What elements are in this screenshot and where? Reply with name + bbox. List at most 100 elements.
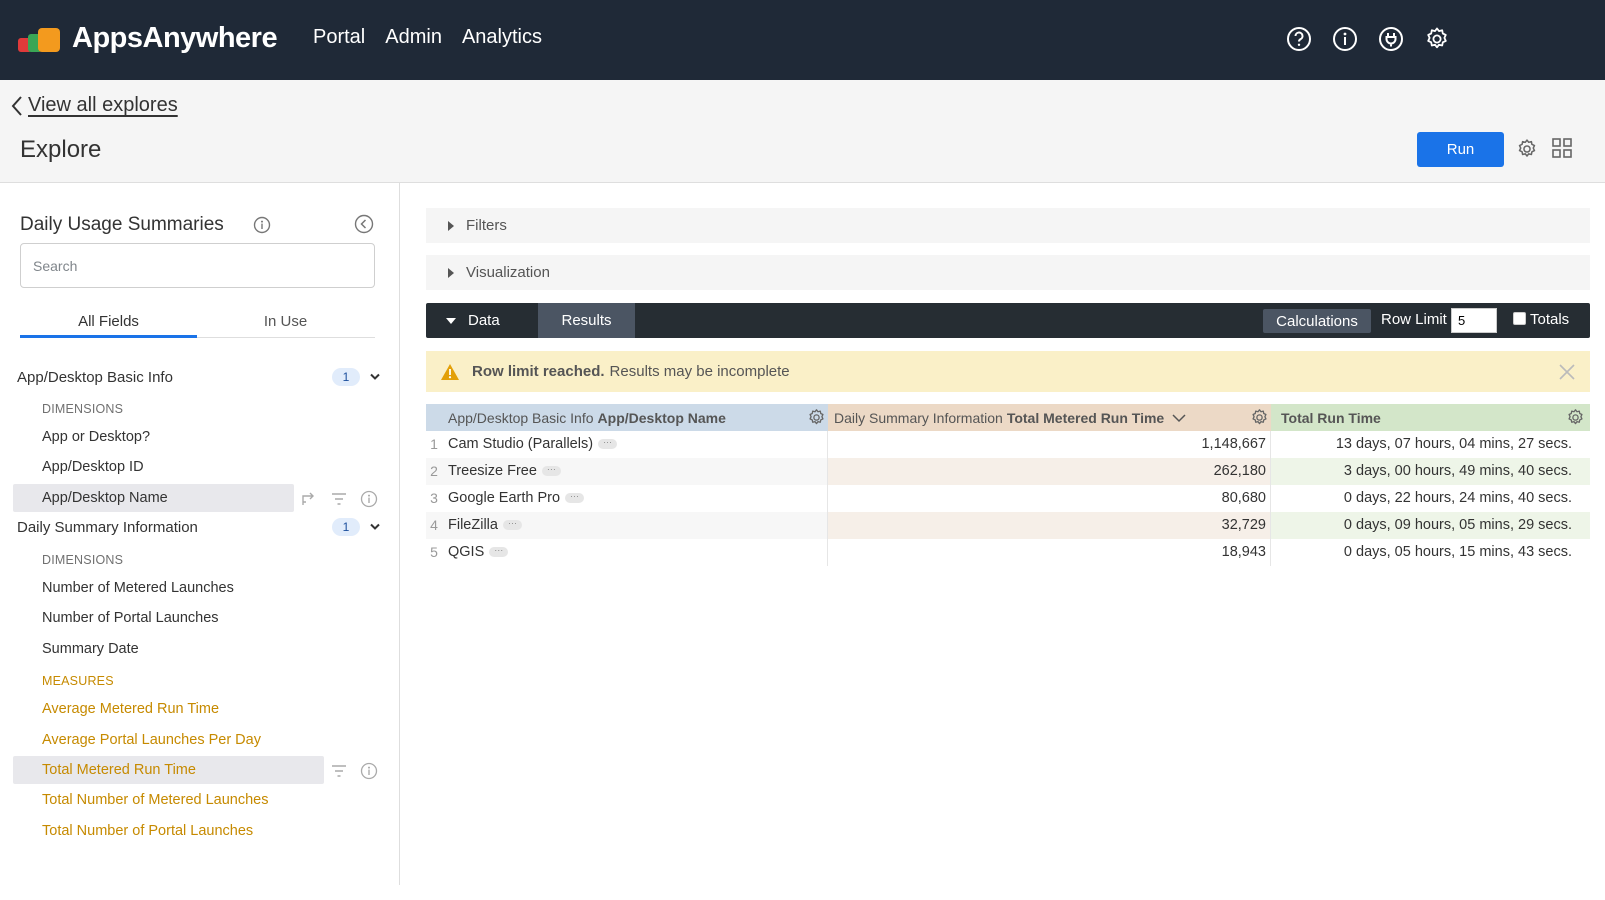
more-icon[interactable]: ··· bbox=[565, 492, 585, 504]
visualization-label: Visualization bbox=[466, 264, 550, 281]
cell-app-name[interactable]: Treesize Free ··· bbox=[442, 458, 828, 485]
dimensions-label: DIMENSIONS bbox=[42, 553, 124, 567]
cell-app-name[interactable]: FileZilla ··· bbox=[442, 512, 828, 539]
row-limit-input[interactable] bbox=[1451, 308, 1497, 333]
tab-data[interactable]: Data bbox=[426, 303, 538, 338]
explore-main: Filters Visualization Data Results Calcu… bbox=[400, 183, 1605, 900]
cell-total-run-time: 0 days, 05 hours, 15 mins, 43 secs. bbox=[1343, 544, 1572, 560]
help-icon[interactable] bbox=[1286, 26, 1312, 52]
in-use-count-badge: 1 bbox=[332, 518, 360, 536]
chevron-left-icon bbox=[11, 95, 22, 116]
plug-icon[interactable] bbox=[1378, 26, 1404, 52]
cell-app-name[interactable]: Cam Studio (Parallels) ··· bbox=[442, 431, 828, 458]
calculations-button[interactable]: Calculations bbox=[1263, 309, 1371, 333]
view-group-app-desktop-basic-info[interactable]: App/Desktop Basic Info 1 bbox=[17, 364, 380, 390]
cell-total-run-time: 13 days, 07 hours, 04 mins, 27 secs. bbox=[1335, 436, 1572, 452]
nav-analytics[interactable]: Analytics bbox=[462, 26, 542, 49]
page-title: Explore bbox=[20, 136, 102, 163]
column-field: App/Desktop Name bbox=[597, 409, 726, 426]
tab-results[interactable]: Results bbox=[538, 303, 635, 338]
caret-down-icon bbox=[446, 317, 456, 324]
warning-title: Row limit reached. bbox=[472, 363, 605, 380]
row-limit-warning: Row limit reached. Results may be incomp… bbox=[426, 351, 1590, 392]
filters-label: Filters bbox=[466, 217, 507, 234]
filter-icon[interactable] bbox=[330, 490, 348, 513]
info-icon[interactable] bbox=[253, 216, 271, 239]
field-total-metered-run-time[interactable]: Total Metered Run Time bbox=[13, 756, 324, 784]
row-limit-label: Row Limit bbox=[1381, 311, 1447, 328]
more-icon[interactable]: ··· bbox=[598, 438, 618, 450]
cell-total-run-time: 3 days, 00 hours, 49 mins, 40 secs. bbox=[1271, 458, 1590, 485]
main-nav: Portal Admin Analytics bbox=[313, 26, 542, 49]
collapse-sidebar-icon[interactable] bbox=[354, 214, 374, 239]
field-picker-sidebar: Daily Usage Summaries All Fields In Use … bbox=[0, 183, 400, 885]
explore-header: View all explores Explore Run bbox=[0, 80, 1605, 183]
totals-label: Totals bbox=[1530, 311, 1570, 328]
back-link[interactable]: View all explores bbox=[10, 94, 178, 117]
column-gear-icon[interactable] bbox=[1250, 408, 1269, 432]
visualization-section[interactable]: Visualization bbox=[426, 255, 1590, 290]
field-info-icon[interactable] bbox=[360, 762, 378, 785]
table-row: 3 Google Earth Pro ··· 80,680 0 days, 22 … bbox=[426, 485, 1590, 512]
table-header: App/Desktop Basic Info App/Desktop Name … bbox=[426, 404, 1590, 431]
gear-icon[interactable] bbox=[1424, 26, 1450, 52]
column-header-total-run-time[interactable]: Total Run Time bbox=[1271, 404, 1590, 431]
table-row: 1 Cam Studio (Parallels) ··· 1,148,667 13… bbox=[426, 431, 1590, 458]
column-header-app-desktop-name[interactable]: App/Desktop Basic Info App/Desktop Name bbox=[426, 404, 828, 431]
row-number: 2 bbox=[426, 458, 442, 485]
tab-in-use[interactable]: In Use bbox=[197, 313, 374, 338]
field-summary-date[interactable]: Summary Date bbox=[13, 635, 293, 663]
more-icon[interactable]: ··· bbox=[502, 519, 522, 531]
cell-metered-run-time: 80,680 bbox=[828, 485, 1271, 512]
column-gear-icon[interactable] bbox=[807, 408, 826, 432]
table-row: 2 Treesize Free ··· 262,180 3 days, 00 ho… bbox=[426, 458, 1590, 485]
info-icon[interactable] bbox=[1332, 26, 1358, 52]
back-link-label: View all explores bbox=[28, 94, 178, 116]
top-icons bbox=[1286, 26, 1450, 52]
filter-icon[interactable] bbox=[330, 762, 348, 785]
nav-admin[interactable]: Admin bbox=[385, 26, 442, 49]
run-button[interactable]: Run bbox=[1417, 132, 1504, 167]
field-app-or-desktop[interactable]: App or Desktop? bbox=[13, 423, 293, 451]
row-number: 4 bbox=[426, 512, 442, 539]
tab-all-fields[interactable]: All Fields bbox=[20, 313, 197, 338]
filters-section[interactable]: Filters bbox=[426, 208, 1590, 243]
field-total-number-of-metered-launches[interactable]: Total Number of Metered Launches bbox=[13, 786, 293, 814]
cell-total-run-time: 0 days, 09 hours, 05 mins, 29 secs. bbox=[1271, 512, 1590, 539]
row-number: 1 bbox=[430, 436, 438, 452]
in-use-count-badge: 1 bbox=[332, 368, 360, 386]
cell-app-name[interactable]: QGIS ··· bbox=[442, 539, 828, 566]
more-icon[interactable]: ··· bbox=[489, 546, 509, 558]
caret-right-icon bbox=[448, 220, 454, 231]
field-app-desktop-id[interactable]: App/Desktop ID bbox=[13, 453, 293, 481]
field-average-portal-launches-per-day[interactable]: Average Portal Launches Per Day bbox=[13, 726, 293, 754]
field-search-input[interactable] bbox=[20, 243, 375, 288]
grid-icon[interactable] bbox=[1552, 138, 1572, 163]
field-average-metered-run-time[interactable]: Average Metered Run Time bbox=[13, 695, 293, 723]
table-row: 5 QGIS ··· 18,943 0 days, 05 hours, 15 mi… bbox=[426, 539, 1590, 566]
cell-metered-run-time: 1,148,667 bbox=[828, 431, 1271, 458]
field-tabs: All Fields In Use bbox=[20, 313, 375, 338]
cell-metered-run-time: 32,729 bbox=[828, 512, 1271, 539]
chevron-down-icon bbox=[370, 523, 380, 530]
explore-settings-gear-icon[interactable] bbox=[1516, 138, 1538, 165]
app-name: AppsAnywhere bbox=[72, 22, 278, 54]
field-info-icon[interactable] bbox=[360, 490, 378, 513]
nav-portal[interactable]: Portal bbox=[313, 26, 365, 49]
sort-desc-icon bbox=[1172, 413, 1186, 422]
column-gear-icon[interactable] bbox=[1566, 408, 1585, 432]
column-field: Total Run Time bbox=[1281, 409, 1381, 426]
view-group-daily-summary-information[interactable]: Daily Summary Information 1 bbox=[17, 514, 380, 540]
field-number-of-metered-launches[interactable]: Number of Metered Launches bbox=[13, 574, 293, 602]
logo-mark bbox=[18, 26, 60, 52]
cell-app-name[interactable]: Google Earth Pro ··· bbox=[442, 485, 828, 512]
more-icon[interactable]: ··· bbox=[541, 465, 561, 477]
app-logo[interactable]: AppsAnywhere bbox=[18, 22, 278, 55]
totals-checkbox[interactable] bbox=[1513, 312, 1526, 325]
field-app-desktop-name[interactable]: App/Desktop Name bbox=[13, 484, 294, 512]
field-total-number-of-portal-launches[interactable]: Total Number of Portal Launches bbox=[13, 817, 293, 845]
field-number-of-portal-launches[interactable]: Number of Portal Launches bbox=[13, 604, 293, 632]
pivot-icon[interactable] bbox=[300, 490, 318, 513]
close-icon[interactable] bbox=[1558, 363, 1576, 385]
column-header-total-metered-run-time[interactable]: Daily Summary Information Total Metered … bbox=[828, 404, 1271, 431]
